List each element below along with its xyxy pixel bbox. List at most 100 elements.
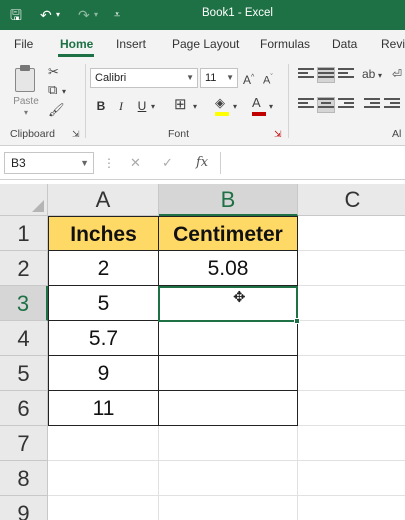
paste-label: Paste (13, 96, 39, 107)
formula-bar-splitter-icon[interactable]: ⋮ (103, 156, 115, 170)
underline-dropdown-icon[interactable]: ▾ (151, 99, 155, 115)
align-center-icon[interactable] (317, 97, 335, 113)
column-header-b[interactable]: B (159, 184, 298, 216)
row-header-6[interactable]: 6 (0, 391, 48, 426)
clipboard-clip-icon (20, 65, 30, 71)
cell-b6[interactable] (159, 391, 298, 426)
chevron-down-icon: ▼ (80, 158, 89, 168)
row-header-1[interactable]: 1 (0, 216, 48, 251)
cell-a1[interactable]: Inches (48, 216, 159, 251)
row-header-2[interactable]: 2 (0, 251, 48, 286)
enter-icon[interactable]: ✓ (162, 155, 173, 171)
tab-formulas[interactable]: Formulas (260, 37, 310, 51)
cell-c3[interactable] (298, 286, 405, 321)
tab-review[interactable]: Revi (381, 37, 405, 51)
font-size-select[interactable]: 11 ▼ (200, 68, 238, 88)
cell-b2[interactable]: 5.08 (159, 251, 298, 286)
cell-a4[interactable]: 5.7 (48, 321, 159, 356)
cell-a8[interactable] (48, 461, 159, 496)
insert-function-button[interactable]: fx (196, 155, 208, 170)
top-align-icon[interactable] (298, 68, 314, 82)
cell-b4[interactable] (159, 321, 298, 356)
font-color-swatch (252, 112, 266, 116)
font-size-value: 11 (205, 72, 217, 84)
align-left-icon[interactable] (298, 98, 314, 112)
cell-c5[interactable] (298, 356, 405, 391)
cell-b1[interactable]: Centimeter (159, 216, 298, 251)
formula-bar: B3 ▼ ⋮ ✕ ✓ fx (0, 146, 405, 180)
tab-page-layout[interactable]: Page Layout (172, 37, 239, 51)
borders-icon[interactable]: ⊞ (174, 97, 187, 113)
italic-button[interactable]: I (113, 98, 129, 114)
wrap-text-icon[interactable]: ⏎ (392, 66, 402, 82)
paste-dropdown-icon[interactable]: ▾ (8, 108, 44, 117)
cell-a6[interactable]: 11 (48, 391, 159, 426)
cell-c9[interactable] (298, 496, 405, 520)
borders-dropdown-icon[interactable]: ▾ (193, 99, 197, 115)
formula-input[interactable] (220, 152, 405, 174)
middle-align-icon[interactable] (317, 67, 335, 83)
cell-c4[interactable] (298, 321, 405, 356)
name-box[interactable]: B3 ▼ (4, 152, 94, 174)
decrease-indent-icon[interactable] (364, 98, 380, 112)
fill-color-dropdown-icon[interactable]: ▾ (233, 99, 237, 115)
font-color-dropdown-icon[interactable]: ▾ (269, 99, 273, 115)
cell-c6[interactable] (298, 391, 405, 426)
fill-handle[interactable] (294, 318, 300, 324)
clipboard-icon (15, 68, 35, 92)
paste-button[interactable]: Paste ▾ (8, 64, 44, 117)
cell-a7[interactable] (48, 426, 159, 461)
bottom-align-icon[interactable] (338, 68, 354, 82)
cell-c2[interactable] (298, 251, 405, 286)
copy-dropdown-icon[interactable]: ▾ (62, 84, 66, 100)
cell-b7[interactable] (159, 426, 298, 461)
clipboard-launcher-icon[interactable]: ⇲ (72, 126, 80, 142)
ribbon: Paste ▾ ✂ ⧉ ▾ 🖌 Clipboard ⇲ Calibri ▼ 11… (0, 58, 405, 146)
select-all-button[interactable] (0, 184, 48, 216)
tab-file[interactable]: File (14, 37, 33, 51)
grow-font-icon[interactable]: A^ (243, 70, 254, 88)
cancel-icon[interactable]: ✕ (130, 155, 141, 171)
column-header-c[interactable]: C (298, 184, 405, 216)
font-name-select[interactable]: Calibri ▼ (90, 68, 198, 88)
row-header-3[interactable]: 3 (0, 286, 48, 321)
increase-indent-icon[interactable] (384, 98, 400, 112)
tab-insert[interactable]: Insert (116, 37, 146, 51)
font-color-icon[interactable]: A (252, 95, 261, 111)
cell-b9[interactable] (159, 496, 298, 520)
fill-color-swatch (215, 112, 229, 116)
row-header-5[interactable]: 5 (0, 356, 48, 391)
font-launcher-icon[interactable]: ⇲ (274, 126, 282, 142)
cell-a3[interactable]: 5 (48, 286, 159, 321)
active-tab-indicator (58, 54, 94, 57)
copy-icon[interactable]: ⧉ (48, 82, 57, 98)
clipboard-group-label: Clipboard (10, 128, 55, 140)
column-header-a[interactable]: A (48, 184, 159, 216)
cell-c8[interactable] (298, 461, 405, 496)
cell-a2[interactable]: 2 (48, 251, 159, 286)
fill-color-icon[interactable]: ◈ (215, 95, 225, 111)
row-header-9[interactable]: 9 (0, 496, 48, 520)
cell-a5[interactable]: 9 (48, 356, 159, 391)
orientation-dropdown-icon[interactable]: ▾ (378, 68, 382, 84)
cut-icon[interactable]: ✂ (48, 64, 59, 80)
orientation-icon[interactable]: ab (362, 66, 375, 82)
align-right-icon[interactable] (338, 98, 354, 112)
row-header-8[interactable]: 8 (0, 461, 48, 496)
cell-b8[interactable] (159, 461, 298, 496)
font-name-value: Calibri (95, 72, 127, 84)
tab-home[interactable]: Home (60, 37, 93, 51)
cell-c7[interactable] (298, 426, 405, 461)
mouse-cursor-icon: ✥ (233, 289, 246, 306)
row-header-4[interactable]: 4 (0, 321, 48, 356)
cell-b5[interactable] (159, 356, 298, 391)
row-header-7[interactable]: 7 (0, 426, 48, 461)
shrink-font-icon[interactable]: Aˇ (263, 70, 273, 89)
tab-data[interactable]: Data (332, 37, 357, 51)
ribbon-separator (288, 64, 289, 138)
format-painter-icon[interactable]: 🖌 (48, 102, 65, 118)
bold-button[interactable]: B (93, 98, 109, 114)
cell-c1[interactable] (298, 216, 405, 251)
underline-button[interactable]: U (134, 98, 150, 114)
cell-a9[interactable] (48, 496, 159, 520)
